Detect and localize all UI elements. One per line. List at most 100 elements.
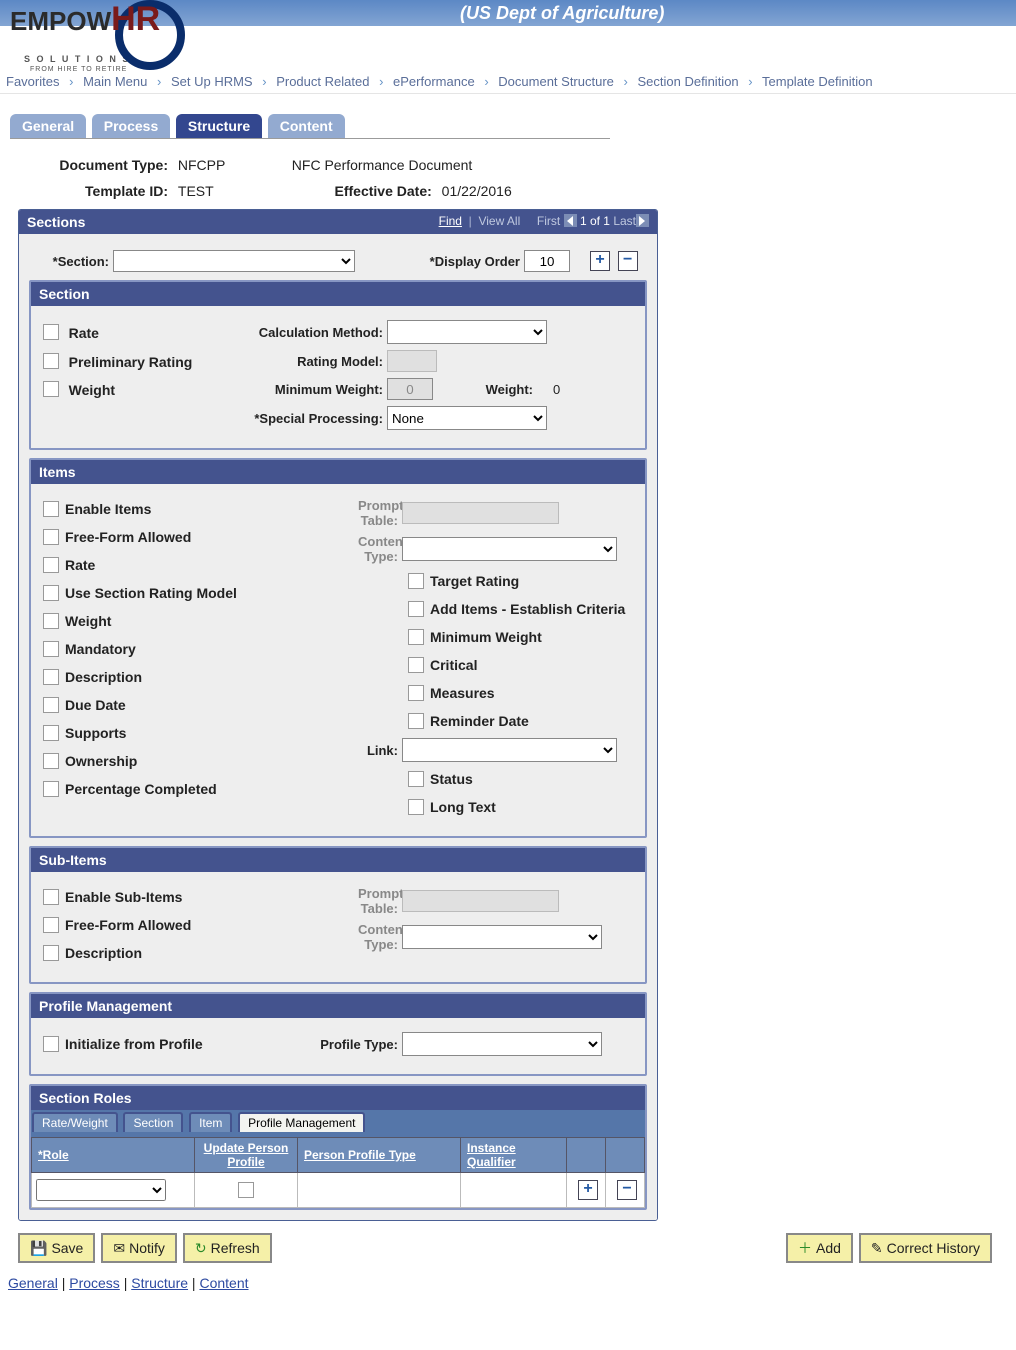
col-update-profile[interactable]: Update Person Profile xyxy=(204,1141,289,1169)
prev-icon[interactable] xyxy=(564,214,577,227)
rating-model-field xyxy=(387,350,437,372)
find-link[interactable]: Find xyxy=(439,214,462,228)
link-select[interactable] xyxy=(402,738,617,762)
items-weight-checkbox[interactable] xyxy=(43,613,59,629)
weight-value: 0 xyxy=(553,382,560,397)
crumb-main-menu[interactable]: Main Menu xyxy=(83,74,147,89)
pencil-icon: ✎ xyxy=(871,1240,883,1257)
add-row-button[interactable]: + xyxy=(590,251,610,271)
update-profile-checkbox[interactable] xyxy=(238,1182,254,1198)
critical-checkbox[interactable] xyxy=(408,657,424,673)
tab-structure[interactable]: Structure xyxy=(176,114,262,138)
tab-process[interactable]: Process xyxy=(92,114,170,138)
reminder-checkbox[interactable] xyxy=(408,713,424,729)
rating-model-label: Rating Model: xyxy=(243,354,383,369)
freeform-checkbox[interactable] xyxy=(43,529,59,545)
measures-checkbox[interactable] xyxy=(408,685,424,701)
sections-title: Sections xyxy=(27,214,85,230)
longtext-checkbox[interactable] xyxy=(408,799,424,815)
section-label: *Section: xyxy=(29,254,109,269)
content-type-select[interactable] xyxy=(402,537,617,561)
section-roles-title: Section Roles xyxy=(31,1086,645,1110)
profile-group: Profile Management Initialize from Profi… xyxy=(29,992,647,1076)
crumb-doc-structure[interactable]: Document Structure xyxy=(498,74,614,89)
refresh-button[interactable]: ↻Refresh xyxy=(183,1233,272,1263)
sub-content-type-select[interactable] xyxy=(402,925,602,949)
display-order-input[interactable] xyxy=(524,250,570,272)
roles-subtabs: Rate/Weight Section Item Profile Managem… xyxy=(31,1110,645,1137)
subtab-profile-mgmt[interactable]: Profile Management xyxy=(238,1112,365,1132)
page-tabs: General Process Structure Content xyxy=(10,114,1016,138)
next-icon[interactable] xyxy=(636,214,649,227)
col-person-type[interactable]: Person Profile Type xyxy=(304,1148,416,1162)
last-link[interactable]: Last xyxy=(613,214,636,228)
doc-type-value: NFCPP xyxy=(178,157,238,173)
sub-freeform-checkbox[interactable] xyxy=(43,917,59,933)
prompt-table-field xyxy=(402,502,559,524)
rate-label: Rate xyxy=(69,325,99,341)
prelim-checkbox[interactable] xyxy=(43,353,59,369)
crumb-template-definition[interactable]: Template Definition xyxy=(762,74,873,89)
profile-type-select[interactable] xyxy=(402,1032,602,1056)
enable-items-checkbox[interactable] xyxy=(43,501,59,517)
min-weight-items-checkbox[interactable] xyxy=(408,629,424,645)
table-row: + − xyxy=(32,1173,645,1208)
correct-history-button[interactable]: ✎Correct History xyxy=(859,1233,992,1263)
row-remove-button[interactable]: − xyxy=(617,1180,637,1200)
tab-general[interactable]: General xyxy=(10,114,86,138)
first-link[interactable]: First xyxy=(537,214,560,228)
view-all-link[interactable]: View All xyxy=(478,214,520,228)
role-select[interactable] xyxy=(36,1179,166,1201)
section-roles-group: Section Roles Rate/Weight Section Item P… xyxy=(29,1084,647,1210)
display-order-label: *Display Order xyxy=(365,254,520,269)
target-rating-checkbox[interactable] xyxy=(408,573,424,589)
sub-description-checkbox[interactable] xyxy=(43,945,59,961)
min-weight-input[interactable] xyxy=(387,378,433,400)
roles-table: *Role Update Person Profile Person Profi… xyxy=(31,1137,645,1208)
weight-checkbox[interactable] xyxy=(43,381,59,397)
row-add-button[interactable]: + xyxy=(578,1180,598,1200)
footlink-content[interactable]: Content xyxy=(199,1275,248,1291)
save-button[interactable]: 💾Save xyxy=(18,1233,95,1263)
weight-out-label: Weight: xyxy=(453,382,533,397)
crumb-setup-hrms[interactable]: Set Up HRMS xyxy=(171,74,253,89)
footlink-general[interactable]: General xyxy=(8,1275,58,1291)
add-items-checkbox[interactable] xyxy=(408,601,424,617)
items-rate-checkbox[interactable] xyxy=(43,557,59,573)
footlink-process[interactable]: Process xyxy=(69,1275,120,1291)
subtab-rateweight[interactable]: Rate/Weight xyxy=(32,1112,118,1132)
ownership-checkbox[interactable] xyxy=(43,753,59,769)
add-button[interactable]: ＋Add xyxy=(786,1233,853,1263)
crumb-favorites[interactable]: Favorites xyxy=(6,74,59,89)
rate-checkbox[interactable] xyxy=(43,324,59,340)
breadcrumb: Favorites › Main Menu › Set Up HRMS › Pr… xyxy=(0,66,1016,94)
tab-content[interactable]: Content xyxy=(268,114,345,138)
supports-checkbox[interactable] xyxy=(43,725,59,741)
section-select[interactable] xyxy=(113,250,355,272)
crumb-section-definition[interactable]: Section Definition xyxy=(637,74,738,89)
notify-button[interactable]: ✉Notify xyxy=(101,1233,177,1263)
footlink-structure[interactable]: Structure xyxy=(131,1275,188,1291)
plus-icon: ＋ xyxy=(798,1238,812,1258)
subtab-section[interactable]: Section xyxy=(123,1112,183,1132)
init-profile-checkbox[interactable] xyxy=(43,1036,59,1052)
section-rating-checkbox[interactable] xyxy=(43,585,59,601)
remove-row-button[interactable]: − xyxy=(618,251,638,271)
special-proc-select[interactable]: None xyxy=(387,406,547,430)
template-id-value: TEST xyxy=(178,183,238,199)
sub-prompt-table-field xyxy=(402,890,559,912)
status-checkbox[interactable] xyxy=(408,771,424,787)
description-checkbox[interactable] xyxy=(43,669,59,685)
pct-complete-checkbox[interactable] xyxy=(43,781,59,797)
org-title: (US Dept of Agriculture) xyxy=(460,3,664,24)
subtab-item[interactable]: Item xyxy=(189,1112,232,1132)
crumb-product-related[interactable]: Product Related xyxy=(276,74,369,89)
crumb-eperformance[interactable]: ePerformance xyxy=(393,74,475,89)
mandatory-checkbox[interactable] xyxy=(43,641,59,657)
calc-method-select[interactable] xyxy=(387,320,547,344)
enable-subitems-checkbox[interactable] xyxy=(43,889,59,905)
col-role[interactable]: *Role xyxy=(38,1148,69,1162)
col-instance-qual[interactable]: Instance Qualifier xyxy=(467,1141,516,1169)
duedate-checkbox[interactable] xyxy=(43,697,59,713)
floppy-icon: 💾 xyxy=(30,1240,47,1257)
